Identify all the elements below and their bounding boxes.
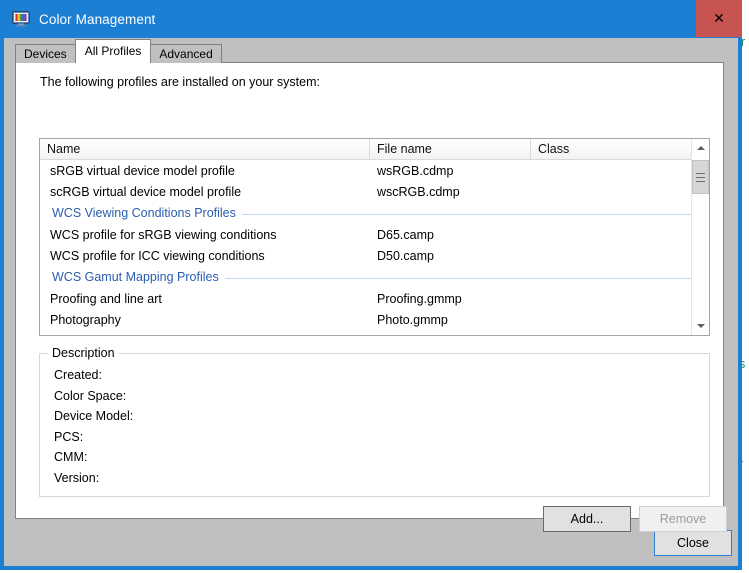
cell-name: WCS profile for ICC viewing conditions [50, 248, 265, 263]
table-row[interactable]: WCS profile for ICC viewing conditions D5… [40, 245, 709, 266]
cell-name: Photography [50, 312, 121, 327]
list-header-row: Name File name Class [40, 139, 709, 160]
add-profile-button[interactable]: Add... [543, 506, 631, 532]
group-label: WCS Gamut Mapping Profiles [52, 270, 219, 284]
description-legend: Description [48, 346, 119, 360]
scroll-down-button[interactable] [692, 317, 709, 335]
tab-label: Devices [24, 47, 67, 61]
close-window-button[interactable]: ✕ [696, 0, 742, 37]
cell-file: Photo.gmmp [377, 312, 448, 327]
cell-name: Proofing - simulate paper/media color [40, 334, 370, 336]
tab-strip: Devices All Profiles Advanced [15, 39, 222, 63]
grip-line [696, 176, 705, 178]
tab-advanced[interactable]: Advanced [150, 44, 222, 63]
cell-name: WCS profile for sRGB viewing conditions [50, 227, 277, 242]
close-icon: ✕ [713, 10, 725, 26]
profiles-list[interactable]: Name File name Class sRGB virtual device… [39, 138, 710, 336]
description-field: Color Space: [54, 388, 127, 403]
scrollbar-thumb[interactable] [692, 160, 709, 194]
group-label: WCS Viewing Conditions Profiles [52, 206, 236, 220]
close-button-label: Close [677, 536, 709, 550]
column-header-file-name[interactable]: File name [370, 139, 531, 159]
description-field: Device Model: [54, 409, 134, 423]
cell-name: sRGB virtual device model profile [50, 163, 235, 178]
table-row[interactable]: Proofing - simulate paper/media colorMed… [40, 330, 709, 336]
list-group-header: WCS Viewing Conditions Profiles [40, 202, 709, 224]
table-row[interactable]: scRGB virtual device model profile wscRGB… [40, 181, 709, 202]
description-group-box: Description Created: Color Space: Device M… [39, 346, 710, 497]
grip-line [696, 180, 705, 182]
table-row[interactable]: WCS profile for sRGB viewing conditions D… [40, 224, 709, 245]
tab-label: All Profiles [84, 44, 142, 58]
description-field: Version: [54, 470, 100, 485]
cell-name: Proofing and line art [50, 291, 162, 306]
tab-devices[interactable]: Devices [15, 44, 76, 63]
grip-line [696, 172, 705, 174]
description-field: Created: [54, 368, 102, 382]
close-dialog-button[interactable]: Close [654, 530, 732, 556]
group-divider [241, 213, 709, 215]
chevron-up-icon [696, 146, 705, 150]
cell-name: scRGB virtual device model profile [50, 184, 242, 199]
dialog-client-area: Devices All Profiles Advanced The followin… [4, 38, 738, 566]
cell-file: MediaSim.gmmp [370, 334, 531, 336]
list-vertical-scrollbar[interactable] [691, 139, 709, 335]
table-row[interactable]: Proofing and line art Proofing.gmmp [40, 288, 709, 309]
cell-file: D65.camp [377, 227, 434, 242]
cell-file: wscRGB.cdmp [377, 184, 460, 199]
monitor-color-icon [12, 11, 30, 27]
color-management-window: Color Management ✕ Devices All Profiles Ad… [0, 0, 742, 570]
group-divider [224, 277, 709, 279]
list-body: sRGB virtual device model profile wsRGB.c… [40, 160, 709, 335]
description-field: CMM: [54, 450, 88, 464]
scroll-up-button[interactable] [692, 139, 709, 157]
tab-label: Advanced [159, 47, 213, 61]
tab-page-all-profiles: The following profiles are installed on … [15, 62, 727, 532]
column-header-name[interactable]: Name [40, 139, 370, 159]
list-group-header: WCS Gamut Mapping Profiles [40, 266, 709, 288]
remove-profile-button: Remove [639, 506, 727, 532]
table-row[interactable]: sRGB virtual device model profile wsRGB.c… [40, 160, 709, 181]
column-header-class[interactable]: Class [531, 139, 692, 159]
add-button-label: Add... [570, 512, 604, 526]
remove-button-label: Remove [659, 512, 707, 526]
window-title: Color Management [39, 11, 156, 27]
cell-file: Proofing.gmmp [377, 291, 462, 306]
cell-file: wsRGB.cdmp [377, 163, 454, 178]
tab-all-profiles[interactable]: All Profiles [74, 39, 152, 63]
description-field: PCS: [54, 429, 84, 444]
chevron-down-icon [696, 324, 705, 328]
cell-file: D50.camp [377, 248, 434, 263]
intro-label: The following profiles are installed on … [40, 75, 320, 89]
title-bar[interactable]: Color Management ✕ [4, 0, 742, 38]
table-row[interactable]: Photography Photo.gmmp [40, 309, 709, 330]
